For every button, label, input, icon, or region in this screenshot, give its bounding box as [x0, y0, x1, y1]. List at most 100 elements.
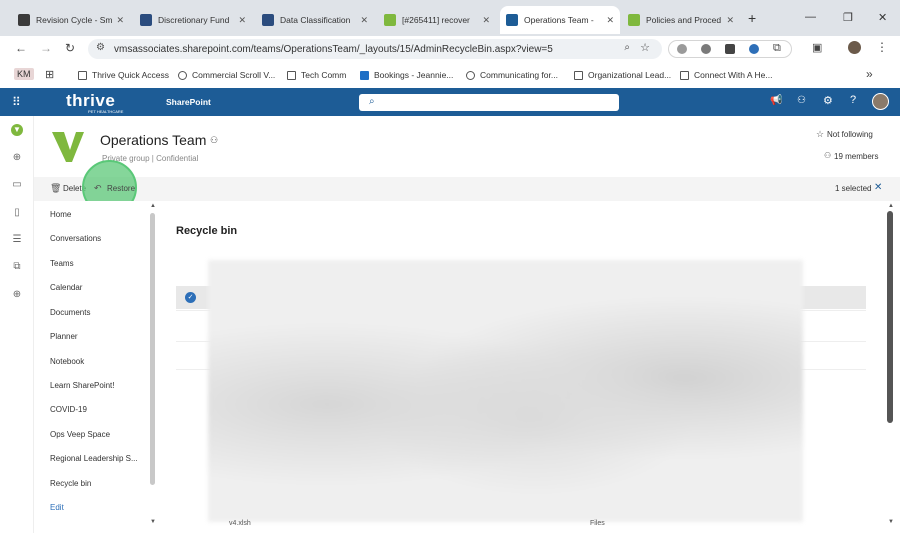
- extensions-puzzle-icon[interactable]: ⧉: [773, 42, 781, 55]
- site-title[interactable]: Operations Team: [100, 132, 206, 148]
- nav-edit-link[interactable]: Edit: [50, 503, 64, 512]
- bookmark-item[interactable]: Communicating for...: [466, 70, 558, 80]
- nav-item-home[interactable]: Home: [50, 210, 71, 219]
- side-panel-icon[interactable]: ▣: [812, 41, 822, 54]
- close-icon[interactable]: ✕: [606, 15, 614, 26]
- extension-icon[interactable]: [725, 44, 735, 54]
- bookmark-label: Bookings - Jeannie...: [374, 70, 454, 80]
- reload-icon[interactable]: ↻: [65, 41, 75, 55]
- close-window-icon[interactable]: ✕: [878, 11, 887, 24]
- restore-window-icon[interactable]: ❐: [843, 11, 853, 24]
- megaphone-icon[interactable]: 📢: [770, 95, 782, 106]
- extensions-group: ⧉: [668, 40, 792, 58]
- folder-icon: [78, 70, 87, 80]
- brand-logo[interactable]: thrive: [66, 91, 115, 111]
- nav-item-learn-sharepoint[interactable]: Learn SharePoint!: [50, 381, 115, 390]
- create-icon[interactable]: ⊕: [11, 289, 23, 301]
- bookmark-item[interactable]: Connect With A He...: [680, 70, 772, 80]
- scroll-up-icon[interactable]: ▲: [150, 203, 156, 209]
- nav-item-teams[interactable]: Teams: [50, 259, 74, 268]
- scroll-up-icon[interactable]: ▲: [888, 203, 894, 209]
- browser-tab-active[interactable]: Operations Team - ✕: [500, 6, 620, 34]
- close-icon[interactable]: ✕: [360, 15, 368, 26]
- nav-item-notebook[interactable]: Notebook: [50, 357, 84, 366]
- globe-icon[interactable]: ⊕: [11, 152, 23, 164]
- extension-icon[interactable]: [701, 44, 711, 54]
- extension-icon[interactable]: [677, 44, 687, 54]
- nav-item-covid-19[interactable]: COVID-19: [50, 405, 87, 414]
- site-logo[interactable]: [50, 128, 86, 164]
- bookmark-label: Tech Comm: [301, 70, 347, 80]
- nav-item-conversations[interactable]: Conversations: [50, 234, 101, 243]
- help-icon[interactable]: ?: [850, 94, 856, 106]
- zoom-icon[interactable]: ⌕: [624, 42, 630, 53]
- restore-icon: ↶: [94, 183, 102, 193]
- file-icon[interactable]: ▯: [11, 207, 23, 219]
- bookmark-item[interactable]: Bookings - Jeannie...: [360, 70, 453, 80]
- search-input[interactable]: ⌕: [359, 94, 619, 111]
- site-info-icon[interactable]: ⚙: [96, 42, 105, 53]
- pages-icon[interactable]: ⧉: [11, 261, 23, 273]
- browser-tab[interactable]: [#265411] recover ✕: [378, 6, 496, 34]
- teams-icon[interactable]: ⚇: [210, 135, 218, 146]
- nav-scrollbar[interactable]: [150, 213, 155, 485]
- home-icon[interactable]: ▼: [11, 124, 23, 136]
- star-icon[interactable]: ☆: [816, 129, 824, 140]
- folder-icon: [287, 70, 296, 80]
- nav-item-documents[interactable]: Documents: [50, 308, 90, 317]
- tab-label: Operations Team -: [524, 15, 594, 25]
- profile-badge[interactable]: KM: [14, 68, 34, 80]
- lists-icon[interactable]: ☰: [11, 234, 23, 246]
- app-launcher-icon[interactable]: ⠿: [12, 95, 21, 109]
- bookmark-item[interactable]: Commercial Scroll V...: [178, 70, 275, 80]
- content-scrollbar[interactable]: [887, 211, 893, 423]
- profile-avatar[interactable]: [848, 41, 861, 54]
- brand-sub: PET HEALTHCARE: [88, 109, 124, 114]
- browser-tab[interactable]: Data Classification ✕: [256, 6, 374, 34]
- browser-tab[interactable]: Policies and Proced ✕: [622, 6, 740, 34]
- nav-item-calendar[interactable]: Calendar: [50, 283, 82, 292]
- clear-selection-icon[interactable]: ✕: [874, 182, 882, 193]
- command-bar: 🗑 Delete ↶ Restore 1 selected ✕: [34, 160, 900, 215]
- browser-menu-icon[interactable]: ⋮: [876, 40, 888, 54]
- app-name[interactable]: SharePoint: [166, 97, 211, 107]
- bookmark-star-icon[interactable]: ☆: [640, 41, 650, 54]
- people-icon[interactable]: ⚇: [797, 95, 806, 106]
- settings-icon[interactable]: ⚙: [823, 94, 833, 107]
- members-count[interactable]: 19 members: [834, 152, 878, 161]
- bookmark-item[interactable]: Organizational Lead...: [574, 70, 671, 80]
- more-bookmarks-button[interactable]: »: [866, 67, 873, 81]
- browser-tab[interactable]: Discretionary Fund ✕: [134, 6, 252, 34]
- nav-item-planner[interactable]: Planner: [50, 332, 78, 341]
- new-tab-button[interactable]: +: [748, 10, 756, 26]
- file-name[interactable]: v4.xlsh: [229, 520, 251, 527]
- nav-item-ops-veep-space[interactable]: Ops Veep Space: [50, 430, 110, 439]
- close-icon[interactable]: ✕: [116, 15, 124, 26]
- close-icon[interactable]: ✕: [482, 15, 490, 26]
- bookmark-item[interactable]: Thrive Quick Access: [78, 70, 169, 80]
- nav-item-recycle-bin[interactable]: Recycle bin: [50, 479, 91, 488]
- follow-button[interactable]: Not following: [827, 130, 873, 139]
- bookmark-label: Thrive Quick Access: [92, 70, 169, 80]
- close-icon[interactable]: ✕: [726, 15, 734, 26]
- tab-favicon: [506, 14, 518, 26]
- bookmark-item[interactable]: Tech Comm: [287, 70, 346, 80]
- nav-item-regional-leadership[interactable]: Regional Leadership S...: [50, 454, 138, 463]
- forward-icon[interactable]: →: [40, 41, 52, 55]
- site-header: Operations Team ⚇ Private group | Confid…: [34, 116, 900, 178]
- minimize-icon[interactable]: —: [805, 11, 816, 23]
- scroll-down-icon[interactable]: ▼: [888, 519, 894, 525]
- column-label: Files: [590, 520, 605, 527]
- bookmark-favicon: [680, 70, 689, 80]
- apps-grid-icon[interactable]: ⊞: [45, 68, 54, 81]
- restore-button[interactable]: Restore: [107, 184, 135, 193]
- user-avatar[interactable]: [872, 93, 889, 110]
- url-field[interactable]: ⚙ vmsassociates.sharepoint.com/teams/Ope…: [88, 39, 662, 59]
- news-icon[interactable]: ▭: [11, 179, 23, 191]
- checkmark-icon[interactable]: ✓: [185, 292, 196, 303]
- extension-icon[interactable]: [749, 44, 759, 54]
- browser-tab[interactable]: Revision Cycle - Sm ✕: [12, 6, 130, 34]
- back-icon[interactable]: ←: [15, 41, 27, 55]
- close-icon[interactable]: ✕: [238, 15, 246, 26]
- scroll-down-icon[interactable]: ▼: [150, 519, 156, 525]
